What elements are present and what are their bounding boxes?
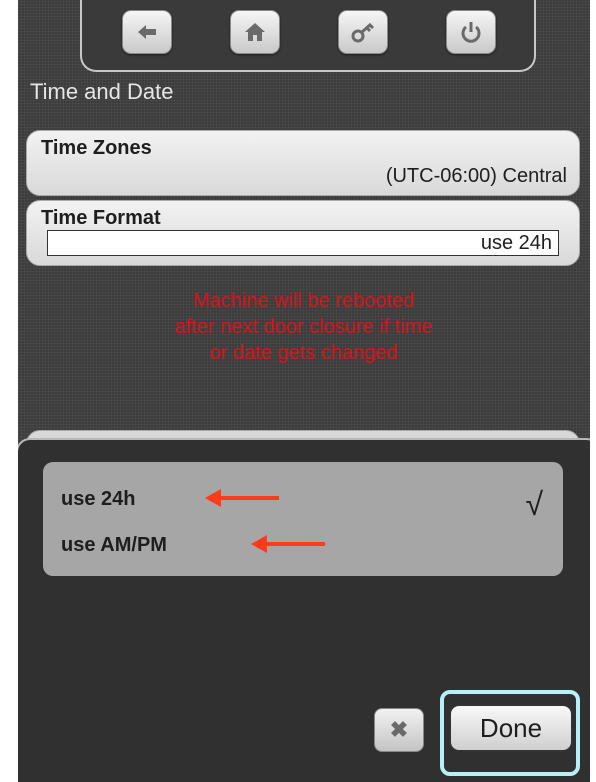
annotation-arrow [251,535,325,553]
power-icon [461,22,481,43]
option-use-am-pm[interactable]: use AM/PM [61,534,167,557]
home-icon [245,23,265,41]
format-picker-sheet: use 24h √ use AM/PM ✖ Done [18,438,590,782]
back-button[interactable] [122,10,172,54]
done-button[interactable]: Done [449,704,573,752]
time-zones-value: (UTC-06:00) Central [385,165,567,187]
key-icon [351,22,375,43]
time-zones-row[interactable]: Time Zones (UTC-06:00) Central [26,130,580,196]
warning-line: after next door closure if time [175,316,433,338]
warning-line: or date gets changed [210,342,398,364]
time-format-label: Time Format [41,207,161,229]
annotation-arrow [205,489,279,507]
home-button[interactable] [230,10,280,54]
time-format-field[interactable]: use 24h [47,230,559,256]
page-title: Time and Date [30,79,174,104]
reboot-warning: Machine will be rebooted after next door… [18,288,590,366]
options-list: use 24h √ use AM/PM [43,462,563,576]
time-zones-label: Time Zones [41,137,152,159]
power-button[interactable] [446,10,496,54]
top-nav-bar [80,0,536,72]
back-arrow-icon [138,25,156,39]
option-use-24h[interactable]: use 24h [61,488,135,511]
warning-line: Machine will be rebooted [193,290,415,312]
cancel-button[interactable]: ✖ [374,708,424,752]
screen: Time and Date Time Zones (UTC-06:00) Cen… [18,0,590,782]
close-icon: ✖ [389,717,409,742]
key-button[interactable] [338,10,388,54]
time-format-row[interactable]: Time Format use 24h [26,200,580,266]
checkmark-icon: √ [525,486,543,522]
